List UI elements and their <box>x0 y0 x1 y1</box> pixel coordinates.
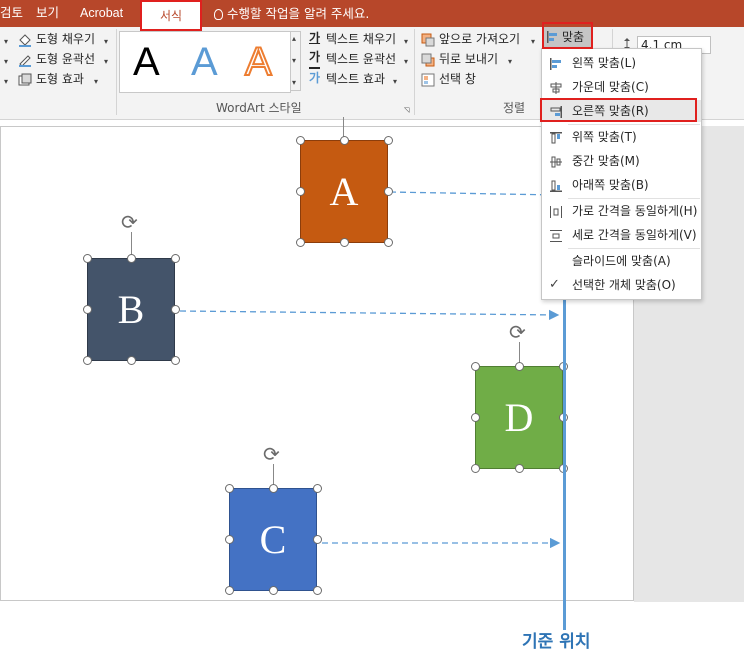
resize-handle[interactable] <box>296 187 305 196</box>
menu-item-align-middle[interactable]: 중간 맞춤(M) <box>542 150 701 172</box>
menu-item-align-center[interactable]: 가운데 맞춤(C) <box>542 76 701 98</box>
checkmark-icon: ✓ <box>549 277 560 292</box>
menu-item-label: 선택한 개체 맞춤(O) <box>572 278 676 292</box>
resize-handle[interactable] <box>313 535 322 544</box>
tab-format[interactable]: 서식 <box>140 0 202 31</box>
menu-item-label: 가운데 맞춤(C) <box>572 80 649 94</box>
resize-handle[interactable] <box>83 356 92 365</box>
resize-handle[interactable] <box>384 136 393 145</box>
resize-handle[interactable] <box>127 254 136 263</box>
menu-item-label: 위쪽 맞춤(T) <box>572 130 637 144</box>
align-middle-icon <box>549 154 563 168</box>
menu-separator <box>568 124 700 125</box>
resize-handle[interactable] <box>471 413 480 422</box>
menu-item-label: 슬라이드에 맞춤(A) <box>572 254 671 268</box>
resize-handle[interactable] <box>83 254 92 263</box>
resize-handle[interactable] <box>225 484 234 493</box>
align-center-icon <box>549 80 563 94</box>
menu-item-align-selected-objects[interactable]: ✓ 선택한 개체 맞춤(O) <box>542 274 701 296</box>
distribute-horizontal-icon <box>549 204 563 218</box>
menu-item-align-to-slide[interactable]: 슬라이드에 맞춤(A) <box>542 250 701 272</box>
menu-item-align-bottom[interactable]: 아래쪽 맞춤(B) <box>542 174 701 196</box>
menu-item-label: 아래쪽 맞춤(B) <box>572 178 649 192</box>
resize-handle[interactable] <box>384 238 393 247</box>
highlight-align-button <box>542 22 593 49</box>
resize-handle[interactable] <box>515 464 524 473</box>
resize-handle[interactable] <box>171 356 180 365</box>
resize-handle[interactable] <box>313 484 322 493</box>
shape-b[interactable]: B <box>87 258 175 361</box>
arrow-a <box>389 189 558 201</box>
resize-handle[interactable] <box>225 535 234 544</box>
resize-handle[interactable] <box>225 586 234 595</box>
resize-handle[interactable] <box>127 356 136 365</box>
menu-separator <box>568 198 700 199</box>
resize-handle[interactable] <box>471 464 480 473</box>
menu-item-distribute-vertically[interactable]: 세로 간격을 동일하게(V) <box>542 224 701 246</box>
shape-a[interactable]: A <box>300 140 388 243</box>
menu-separator <box>568 248 700 249</box>
resize-handle[interactable] <box>296 238 305 247</box>
align-bottom-icon <box>549 178 563 192</box>
align-dropdown-menu: 왼쪽 맞춤(L) 가운데 맞춤(C) 오른쪽 맞춤(R) 위쪽 맞춤(T) 중간… <box>541 48 702 300</box>
align-top-icon <box>549 130 563 144</box>
menu-item-label: 중간 맞춤(M) <box>572 154 640 168</box>
shape-d[interactable]: D <box>475 366 563 469</box>
menu-item-align-top[interactable]: 위쪽 맞춤(T) <box>542 126 701 148</box>
rotate-handle-icon[interactable]: ⟳ <box>263 444 280 464</box>
resize-handle[interactable] <box>269 586 278 595</box>
menu-item-label: 가로 간격을 동일하게(H) <box>572 204 698 218</box>
resize-handle[interactable] <box>515 362 524 371</box>
shape-c[interactable]: C <box>229 488 317 591</box>
reference-line <box>563 298 566 630</box>
align-left-icon <box>549 56 563 70</box>
menu-item-label: 왼쪽 맞춤(L) <box>572 56 637 70</box>
menu-item-align-left[interactable]: 왼쪽 맞춤(L) <box>542 52 701 74</box>
reference-label: 기준 위치 <box>522 632 591 652</box>
arrow-b <box>179 309 560 321</box>
menu-item-distribute-horizontally[interactable]: 가로 간격을 동일하게(H) <box>542 200 701 222</box>
resize-handle[interactable] <box>269 484 278 493</box>
resize-handle[interactable] <box>384 187 393 196</box>
resize-handle[interactable] <box>471 362 480 371</box>
resize-handle[interactable] <box>340 238 349 247</box>
menu-item-label: 세로 간격을 동일하게(V) <box>572 228 697 242</box>
resize-handle[interactable] <box>171 305 180 314</box>
rotate-handle-icon[interactable]: ⟳ <box>509 322 526 342</box>
resize-handle[interactable] <box>340 136 349 145</box>
resize-handle[interactable] <box>296 136 305 145</box>
highlight-align-right <box>540 98 697 122</box>
rotate-handle-icon[interactable]: ⟳ <box>121 212 138 232</box>
distribute-vertical-icon <box>549 228 563 242</box>
resize-handle[interactable] <box>171 254 180 263</box>
resize-handle[interactable] <box>313 586 322 595</box>
resize-handle[interactable] <box>83 305 92 314</box>
